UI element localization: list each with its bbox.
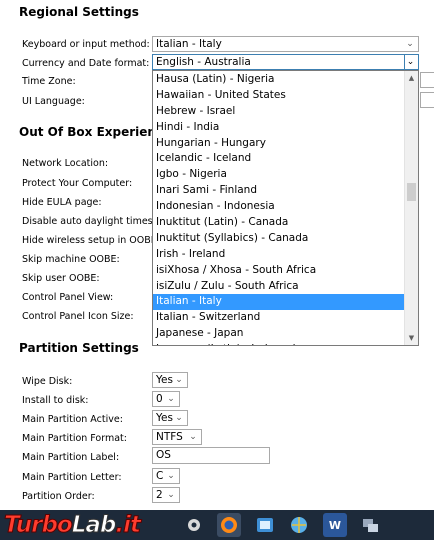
keyboard-select[interactable]: Italian - Italy ⌄ xyxy=(152,36,419,52)
wipe-disk-value: Yes xyxy=(156,374,173,386)
chevron-down-icon: ⌄ xyxy=(175,375,183,385)
globe-icon[interactable] xyxy=(287,513,311,537)
watermark-part-2: Lab xyxy=(71,512,117,539)
word-icon[interactable]: W xyxy=(323,513,347,537)
main-partition-label-label: Main Partition Label: xyxy=(22,452,120,463)
install-to-disk-value: 0 xyxy=(156,393,163,405)
dropdown-scrollbar[interactable]: ▲ ▼ xyxy=(404,71,418,345)
main-partition-active-value: Yes xyxy=(156,412,173,424)
currency-dropdown-list[interactable]: Hausa (Latin) - Nigeria Hawaiian - United… xyxy=(152,70,419,346)
hide-wireless-label: Hide wireless setup in OOBE: xyxy=(22,235,160,246)
ui-language-select[interactable] xyxy=(420,92,434,108)
network-location-label: Network Location: xyxy=(22,158,109,169)
install-to-disk-label: Install to disk: xyxy=(22,395,89,406)
scroll-up-icon[interactable]: ▲ xyxy=(405,71,418,85)
turbolab-watermark-logo: TurboLab.it xyxy=(4,510,142,540)
currency-label: Currency and Date format: xyxy=(22,58,150,69)
unknown-app-icon[interactable] xyxy=(182,513,206,537)
word-glyph: W xyxy=(328,518,342,532)
dropdown-option[interactable]: Italian - Italy xyxy=(153,294,405,311)
install-to-disk-select[interactable]: 0 ⌄ xyxy=(152,391,180,407)
dropdown-option[interactable]: Igbo - Nigeria xyxy=(153,167,405,183)
currency-select[interactable]: English - Australia ⌄ xyxy=(152,54,419,70)
dropdown-option[interactable]: Inuktitut (Syllabics) - Canada xyxy=(153,231,405,247)
disable-daylight-label: Disable auto daylight timeset: xyxy=(22,216,166,227)
network-icon[interactable] xyxy=(358,513,382,537)
control-panel-view-label: Control Panel View: xyxy=(22,292,114,303)
main-partition-active-label: Main Partition Active: xyxy=(22,414,123,425)
dropdown-option[interactable]: Javanese (Latin) - Indonesia xyxy=(153,342,405,345)
timezone-select[interactable] xyxy=(420,72,434,88)
chevron-down-icon: ⌄ xyxy=(404,55,416,69)
partition-order-value: 2 xyxy=(156,489,163,501)
hide-eula-label: Hide EULA page: xyxy=(22,197,102,208)
chevron-down-icon: ⌄ xyxy=(167,394,175,404)
dropdown-option[interactable]: Inuktitut (Latin) - Canada xyxy=(153,215,405,231)
watermark-part-3: .it xyxy=(115,512,142,539)
main-partition-label-input[interactable]: OS xyxy=(152,447,270,464)
currency-select-value: English - Australia xyxy=(156,56,251,68)
dropdown-option[interactable]: Icelandic - Iceland xyxy=(153,151,405,167)
main-partition-format-select[interactable]: NTFS ⌄ xyxy=(152,429,202,445)
dropdown-option[interactable]: Indonesian - Indonesia xyxy=(153,199,405,215)
scroll-thumb[interactable] xyxy=(407,183,416,201)
partition-settings-title: Partition Settings xyxy=(19,341,139,355)
timezone-label: Time Zone: xyxy=(22,76,76,87)
dropdown-option[interactable]: Inari Sami - Finland xyxy=(153,183,405,199)
dropdown-option[interactable]: Irish - Ireland xyxy=(153,247,405,263)
firefox-icon[interactable] xyxy=(217,513,241,537)
main-partition-format-label: Main Partition Format: xyxy=(22,433,127,444)
regional-settings-title: Regional Settings xyxy=(19,5,139,19)
dropdown-option[interactable]: Hindi - India xyxy=(153,120,405,136)
partition-order-label: Partition Order: xyxy=(22,491,95,502)
protect-computer-label: Protect Your Computer: xyxy=(22,178,133,189)
dropdown-option[interactable]: isiZulu / Zulu - South Africa xyxy=(153,279,405,295)
skip-user-oobe-label: Skip user OOBE: xyxy=(22,273,100,284)
dropdown-options: Hausa (Latin) - Nigeria Hawaiian - United… xyxy=(153,72,405,345)
dropdown-option[interactable]: Japanese - Japan xyxy=(153,326,405,342)
scroll-down-icon[interactable]: ▼ xyxy=(405,331,418,345)
main-partition-format-value: NTFS xyxy=(156,431,183,443)
wipe-disk-label: Wipe Disk: xyxy=(22,376,73,387)
app-icon[interactable] xyxy=(253,513,277,537)
chevron-down-icon: ⌄ xyxy=(167,490,175,500)
dropdown-option[interactable]: Hausa (Latin) - Nigeria xyxy=(153,72,405,88)
partition-order-select[interactable]: 2 ⌄ xyxy=(152,487,180,503)
chevron-down-icon: ⌄ xyxy=(406,39,414,49)
main-partition-active-select[interactable]: Yes ⌄ xyxy=(152,410,188,426)
chevron-down-icon: ⌄ xyxy=(167,471,175,481)
dropdown-option[interactable]: Italian - Switzerland xyxy=(153,310,405,326)
chevron-down-icon: ⌄ xyxy=(189,432,197,442)
wipe-disk-select[interactable]: Yes ⌄ xyxy=(152,372,188,388)
control-panel-icon-size-label: Control Panel Icon Size: xyxy=(22,311,134,322)
main-partition-letter-label: Main Partition Letter: xyxy=(22,472,122,483)
dropdown-option[interactable]: isiXhosa / Xhosa - South Africa xyxy=(153,263,405,279)
watermark-part-1: Turbo xyxy=(4,512,74,539)
main-partition-letter-value: C xyxy=(156,470,164,482)
keyboard-select-value: Italian - Italy xyxy=(156,38,222,50)
chevron-down-icon: ⌄ xyxy=(175,413,183,423)
ui-language-label: UI Language: xyxy=(22,96,85,107)
main-partition-letter-select[interactable]: C ⌄ xyxy=(152,468,180,484)
dropdown-option[interactable]: Hungarian - Hungary xyxy=(153,136,405,152)
dropdown-option[interactable]: Hawaiian - United States xyxy=(153,88,405,104)
keyboard-label: Keyboard or input method: xyxy=(22,39,150,50)
oobe-title: Out Of Box Experience xyxy=(19,125,172,139)
skip-machine-oobe-label: Skip machine OOBE: xyxy=(22,254,120,265)
dropdown-option[interactable]: Hebrew - Israel xyxy=(153,104,405,120)
